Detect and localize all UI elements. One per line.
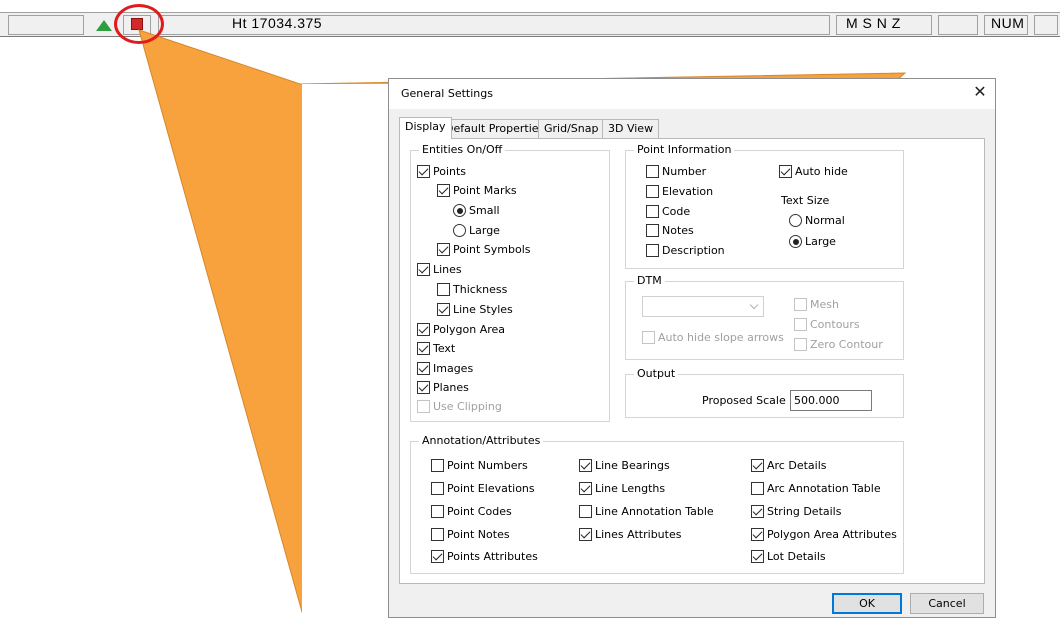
description-checkbox[interactable]: Description xyxy=(646,244,725,260)
highlight-ring xyxy=(114,4,164,44)
dtm-group: DTM Auto hide slope arrows Mesh Contours… xyxy=(625,274,904,360)
elevation-checkbox[interactable]: Elevation xyxy=(646,185,713,201)
images-checkbox[interactable]: Images xyxy=(417,362,473,378)
dtm-select[interactable] xyxy=(642,296,764,317)
point-symbols-checkbox[interactable]: Point Symbols xyxy=(437,243,531,259)
arc-details-checkbox[interactable]: Arc Details xyxy=(751,459,827,475)
dtm-label: DTM xyxy=(634,274,665,287)
ok-button[interactable]: OK xyxy=(832,593,902,614)
arc-annotation-table-checkbox[interactable]: Arc Annotation Table xyxy=(751,482,881,498)
small-radio[interactable]: Small xyxy=(453,204,500,220)
point-codes-checkbox[interactable]: Point Codes xyxy=(431,505,512,521)
tab-display[interactable]: Display xyxy=(399,117,452,139)
point-notes-checkbox[interactable]: Point Notes xyxy=(431,528,510,544)
status-cell-left xyxy=(8,15,84,35)
tab-grid-snap[interactable]: Grid/Snap xyxy=(538,119,605,138)
line-styles-checkbox[interactable]: Line Styles xyxy=(437,303,513,319)
point-elevations-checkbox[interactable]: Point Elevations xyxy=(431,482,535,498)
chevron-down-icon xyxy=(749,300,759,310)
display-panel: Entities On/Off Points Point Marks Small… xyxy=(399,138,985,584)
modes-readout: M S N Z xyxy=(846,15,901,31)
use-clipping-checkbox: Use Clipping xyxy=(417,400,502,416)
lines-checkbox[interactable]: Lines xyxy=(417,263,462,279)
green-triangle-icon[interactable] xyxy=(96,20,112,31)
entities-group-label: Entities On/Off xyxy=(419,143,506,156)
tab-3d-view[interactable]: 3D View xyxy=(602,119,660,138)
line-annotation-table-checkbox[interactable]: Line Annotation Table xyxy=(579,505,714,521)
output-label: Output xyxy=(634,367,679,380)
point-information-group: Point Information Number Elevation Code … xyxy=(625,143,904,269)
dialog-client: Display Default Properties Grid/Snap 3D … xyxy=(389,109,995,617)
point-information-label: Point Information xyxy=(634,143,735,156)
entities-group: Entities On/Off Points Point Marks Small… xyxy=(410,143,610,422)
planes-checkbox[interactable]: Planes xyxy=(417,381,469,397)
lot-details-checkbox[interactable]: Lot Details xyxy=(751,550,826,566)
normal-radio[interactable]: Normal xyxy=(789,214,845,230)
general-settings-dialog: General Settings ✕ Display Default Prope… xyxy=(388,78,996,618)
line-bearings-checkbox[interactable]: Line Bearings xyxy=(579,459,670,475)
large-radio[interactable]: Large xyxy=(453,224,500,240)
thickness-checkbox[interactable]: Thickness xyxy=(437,283,507,299)
point-numbers-checkbox[interactable]: Point Numbers xyxy=(431,459,528,475)
status-empty-cell xyxy=(938,15,978,35)
code-checkbox[interactable]: Code xyxy=(646,205,690,221)
tab-default-properties[interactable]: Default Properties xyxy=(439,119,551,138)
line-lengths-checkbox[interactable]: Line Lengths xyxy=(579,482,665,498)
num-lock-indicator: NUM xyxy=(991,15,1025,31)
zero-contour-checkbox: Zero Contour xyxy=(794,338,883,354)
notes-checkbox[interactable]: Notes xyxy=(646,224,694,240)
close-icon[interactable]: ✕ xyxy=(967,80,993,104)
text-size-label: Text Size xyxy=(781,194,830,207)
string-details-checkbox[interactable]: String Details xyxy=(751,505,841,521)
status-extra-cell xyxy=(1034,15,1058,35)
annotation-label: Annotation/Attributes xyxy=(419,434,544,447)
text-checkbox[interactable]: Text xyxy=(417,342,455,358)
points-attributes-checkbox[interactable]: Points Attributes xyxy=(431,550,538,566)
large-text-radio[interactable]: Large xyxy=(789,235,836,251)
cancel-button[interactable]: Cancel xyxy=(910,593,984,614)
points-checkbox[interactable]: Points xyxy=(417,165,466,181)
proposed-scale-label: Proposed Scale 1: xyxy=(702,394,800,407)
auto-hide-slope-checkbox: Auto hide slope arrows xyxy=(642,331,784,347)
lines-attributes-checkbox[interactable]: Lines Attributes xyxy=(579,528,681,544)
dialog-title: General Settings xyxy=(401,87,493,100)
contours-checkbox: Contours xyxy=(794,318,860,334)
mesh-checkbox: Mesh xyxy=(794,298,839,314)
polygon-area-attributes-checkbox[interactable]: Polygon Area Attributes xyxy=(751,528,897,544)
callout-white-area xyxy=(302,84,388,618)
annotation-group: Annotation/Attributes Point Numbers Poin… xyxy=(410,434,904,574)
proposed-scale-input[interactable] xyxy=(790,390,872,411)
auto-hide-checkbox[interactable]: Auto hide xyxy=(779,165,848,181)
polygon-area-checkbox[interactable]: Polygon Area xyxy=(417,323,505,339)
point-marks-checkbox[interactable]: Point Marks xyxy=(437,184,517,200)
number-checkbox[interactable]: Number xyxy=(646,165,706,181)
output-group: Output Proposed Scale 1: xyxy=(625,367,904,418)
coords-readout: Ht 17034.375 xyxy=(232,15,323,31)
